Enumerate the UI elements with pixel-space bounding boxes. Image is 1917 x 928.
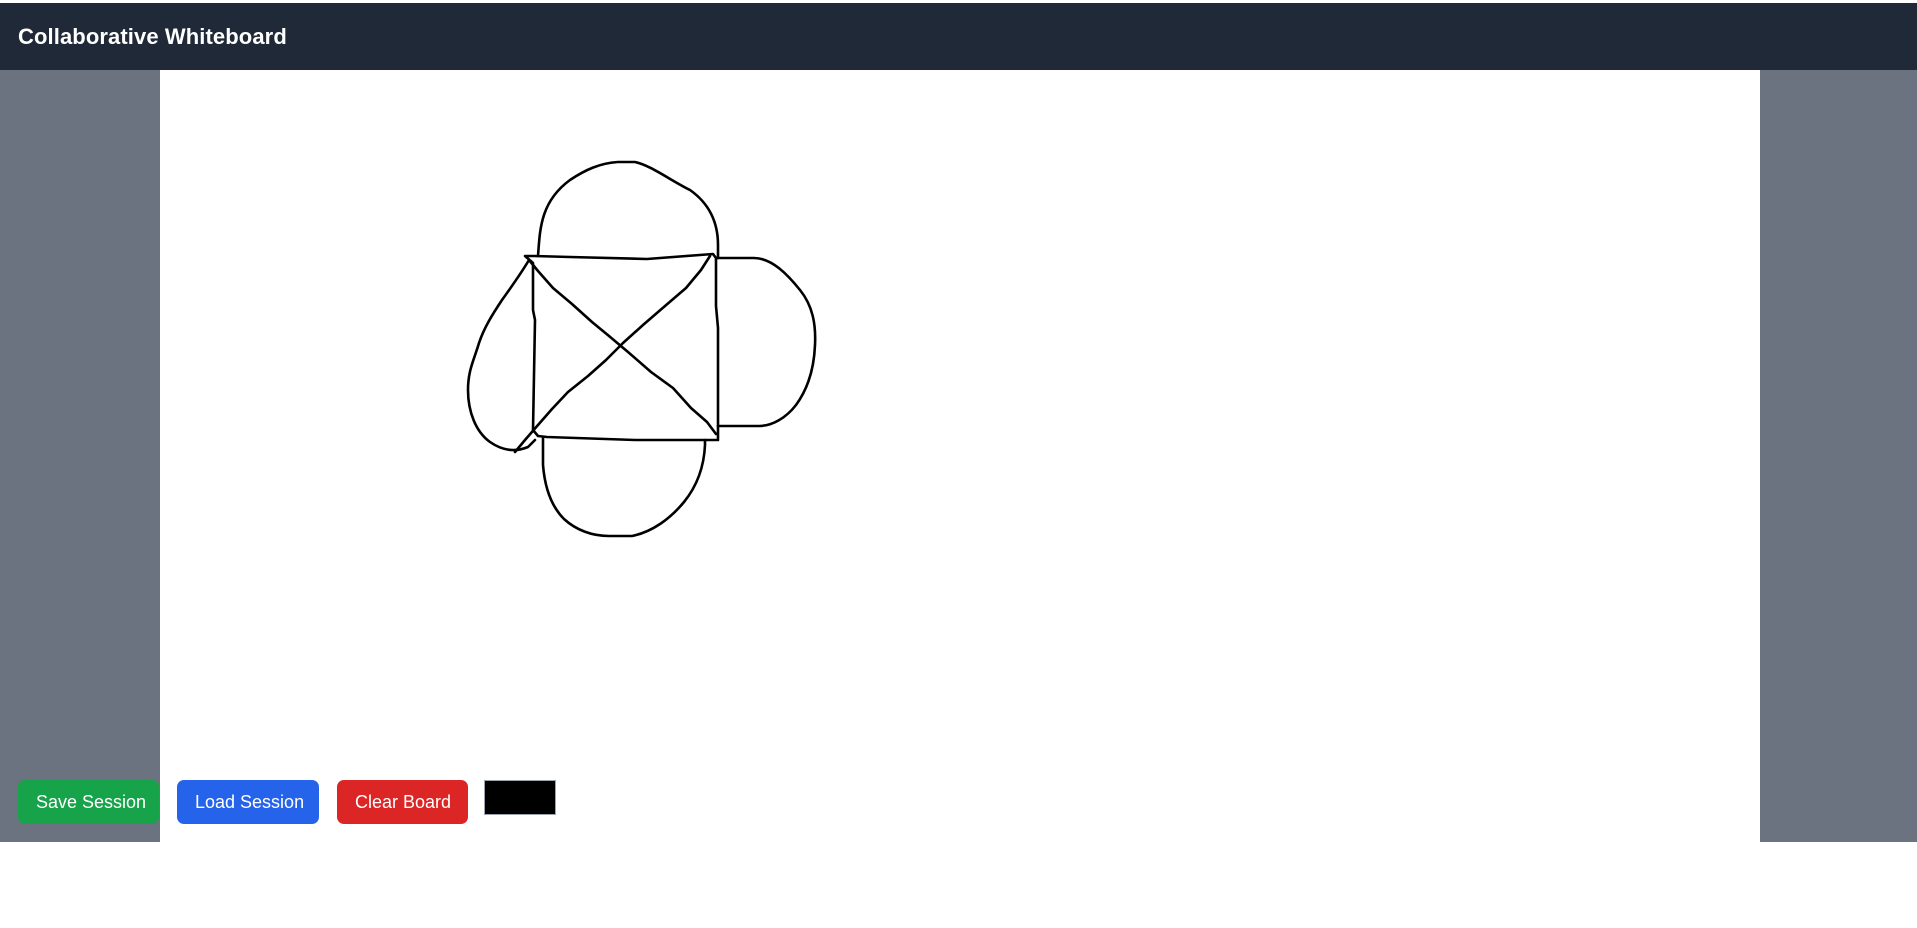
stroke-x-diagonal-2 — [513, 254, 712, 454]
workspace — [0, 70, 1917, 842]
stroke-left-loop — [466, 258, 537, 452]
color-picker[interactable] — [484, 780, 556, 815]
stroke-right-loop — [716, 256, 817, 428]
load-session-button[interactable]: Load Session — [177, 780, 319, 824]
toolbar: Save Session Load Session Clear Board — [18, 780, 556, 824]
whiteboard-canvas[interactable] — [160, 70, 1760, 842]
app-title: Collaborative Whiteboard — [18, 23, 287, 49]
drawing-layer[interactable] — [160, 70, 1760, 842]
save-session-button[interactable]: Save Session — [18, 780, 159, 824]
app-header: Collaborative Whiteboard — [0, 3, 1917, 70]
stroke-top-loop — [536, 160, 720, 260]
stroke-bottom-loop — [541, 436, 707, 538]
clear-board-button[interactable]: Clear Board — [337, 780, 468, 824]
